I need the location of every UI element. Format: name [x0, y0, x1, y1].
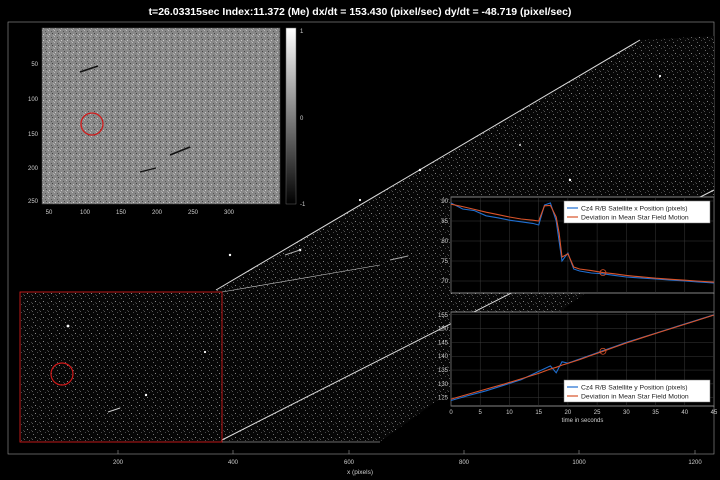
- x-tick-label: 30: [623, 410, 630, 416]
- star: [519, 144, 521, 146]
- main-x-tick-label: 400: [228, 460, 239, 466]
- y-tick-label: 85: [441, 219, 448, 225]
- inset-image-axes: 50 100 150 200 250 300 50100150200250 10-1: [28, 27, 306, 216]
- y-tick-label: 75: [441, 259, 448, 265]
- inset-x-tick-label: 250: [188, 210, 199, 216]
- star: [144, 393, 148, 397]
- star: [358, 198, 362, 202]
- x-tick-label: 25: [594, 410, 601, 416]
- inset-x-tick-label: 100: [80, 210, 91, 216]
- x-tick-label: 40: [681, 410, 688, 416]
- star: [66, 324, 70, 328]
- inset-y-tick-label: 200: [28, 166, 39, 172]
- inset-y-tick-label: 250: [28, 199, 39, 205]
- main-x-tick-label: 200: [113, 460, 124, 466]
- main-x-tick-label: 600: [344, 460, 355, 466]
- x-axis-label: time in seconds: [562, 418, 604, 424]
- x-tick-label: 15: [535, 410, 542, 416]
- main-x-tick-label: 1000: [572, 460, 586, 466]
- plot-x-position: 70 75 80 85 90 Cz4 R/B Satellite x Position (…: [441, 196, 715, 294]
- y-tick-label: 145: [438, 340, 449, 346]
- inset-x-tick-label: 150: [116, 210, 127, 216]
- y-tick-label: 130: [438, 382, 449, 388]
- colorbar: [285, 27, 297, 205]
- figure-canvas: 200 400 600 800 1000 1200 x (pixels) 50 100 150…: [7, 21, 718, 476]
- y-tick-label: 140: [438, 354, 449, 360]
- main-x-label: x (pixels): [347, 469, 373, 476]
- legend-entry: Deviation in Mean Star Field Motion: [581, 393, 689, 400]
- inset-x-tick-label: 200: [152, 210, 163, 216]
- y-tick-label: 150: [438, 327, 449, 333]
- star: [568, 178, 572, 182]
- y-tick-label: 135: [438, 368, 449, 374]
- y-tick-label: 90: [441, 199, 448, 205]
- star: [228, 253, 232, 257]
- star: [418, 168, 422, 172]
- colorbar-tick-label: -1: [300, 202, 306, 208]
- legend-entry: Cz4 R/B Satellite x Position (pixels): [581, 205, 688, 212]
- inset-x-tick-label: 300: [224, 210, 235, 216]
- inset-image: [41, 27, 281, 205]
- y-tick-label: 125: [438, 396, 449, 402]
- y-tick-label: 155: [438, 313, 449, 319]
- x-tick-label: 45: [711, 410, 718, 416]
- inset-y-tick-label: 50: [31, 62, 38, 68]
- y-tick-label: 70: [441, 279, 448, 285]
- legend-entry: Deviation in Mean Star Field Motion: [581, 214, 689, 221]
- star: [203, 350, 207, 354]
- inset-y-tick-label: 100: [28, 97, 39, 103]
- legend-entry: Cz4 R/B Satellite y Position (pixels): [581, 384, 688, 391]
- main-x-tick-label: 800: [459, 460, 470, 466]
- inset-x-tick-label: 50: [46, 210, 53, 216]
- x-tick-label: 20: [565, 410, 572, 416]
- x-tick-label: 10: [506, 410, 513, 416]
- zoom-region-frame: [19, 291, 223, 443]
- main-x-tick-label: 1200: [688, 460, 702, 466]
- star: [658, 74, 662, 78]
- x-tick-label: 35: [652, 410, 659, 416]
- inset-y-tick-label: 150: [28, 132, 39, 138]
- y-tick-label: 80: [441, 239, 448, 245]
